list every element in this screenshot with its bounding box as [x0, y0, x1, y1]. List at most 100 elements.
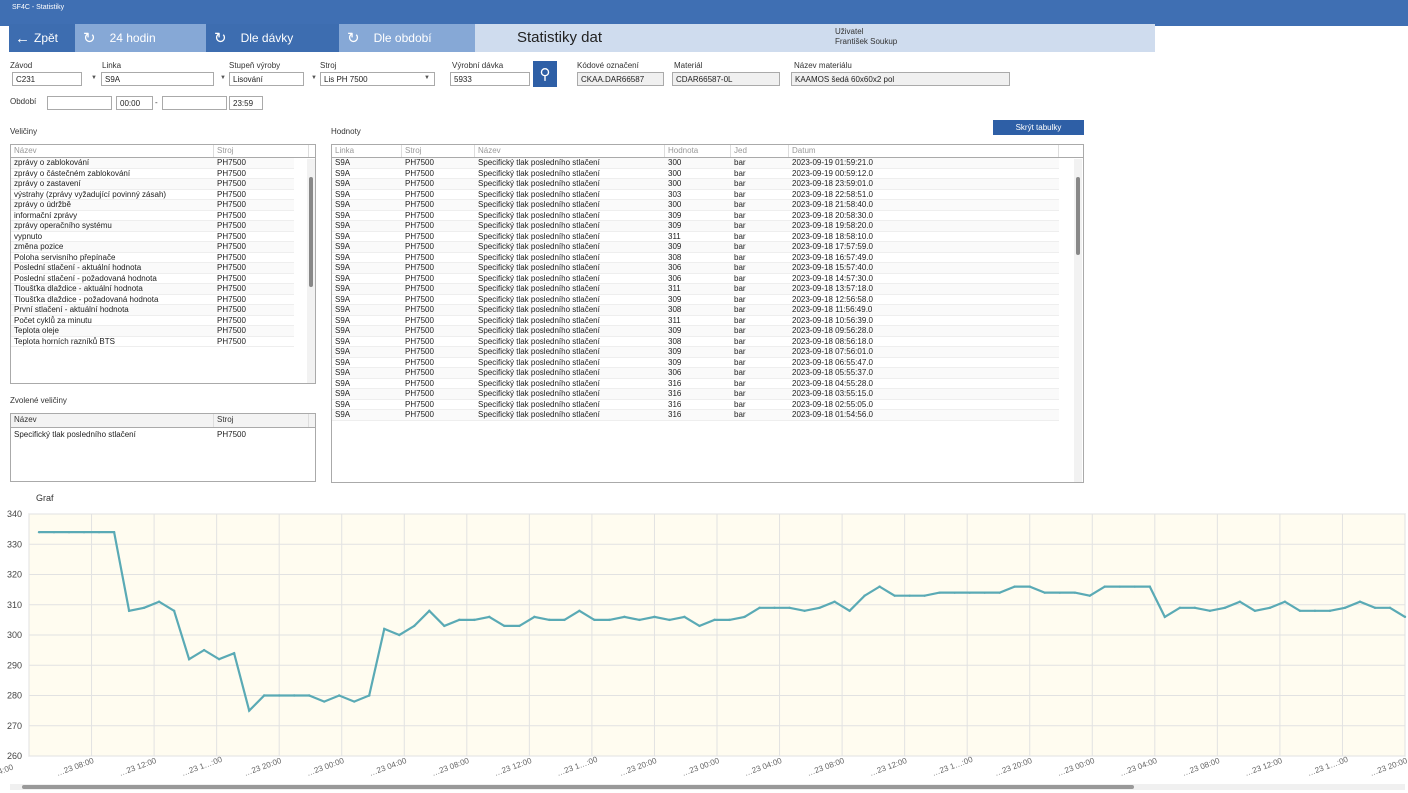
table-row[interactable]: výstrahy (zprávy vyžadující povinný zása… — [11, 190, 294, 200]
table-row[interactable]: S9A PH7500 Specifický tlak posledního stla… — [332, 400, 1059, 410]
last-24-hours-button[interactable]: ↻ 24 hodin — [75, 24, 206, 52]
stage-select[interactable]: Lisování — [229, 72, 304, 86]
chart-scroll-thumb[interactable] — [22, 785, 1134, 789]
values-cell: Specifický tlak posledního stlačení — [478, 158, 600, 167]
x-tick-label: …23 00:00 — [681, 756, 721, 778]
table-row[interactable]: S9A PH7500 Specifický tlak posledního stla… — [332, 253, 1059, 263]
values-cell: PH7500 — [405, 378, 434, 388]
quantity-machine: PH7500 — [217, 284, 246, 293]
table-row[interactable]: Počet cyklů za minutu PH7500 — [11, 316, 294, 326]
values-column-header[interactable]: Hodnota — [665, 145, 731, 157]
back-button[interactable]: ← Zpět — [9, 24, 75, 52]
data-point — [953, 591, 956, 594]
table-row[interactable]: S9A PH7500 Specifický tlak posledního stla… — [332, 169, 1059, 179]
table-row[interactable]: S9A PH7500 Specifický tlak posledního stla… — [332, 263, 1059, 274]
table-row[interactable]: Teplota oleje PH7500 — [11, 326, 294, 337]
by-period-button[interactable]: ↻ Dle období — [339, 24, 475, 52]
table-row[interactable]: Poslední stlačení - požadovaná hodnota PH… — [11, 274, 294, 284]
table-row[interactable]: S9A PH7500 Specifický tlak posledního stla… — [332, 305, 1059, 316]
table-row[interactable]: S9A PH7500 Specifický tlak posledního stla… — [332, 179, 1059, 190]
table-row[interactable]: zprávy operačního systému PH7500 — [11, 221, 294, 232]
batch-input[interactable]: 5933 — [450, 72, 530, 86]
quantity-machine: PH7500 — [217, 210, 246, 220]
table-row[interactable]: vypnuto PH7500 — [11, 232, 294, 242]
table-row[interactable]: změna pozice PH7500 — [11, 242, 294, 253]
values-cell: Specifický tlak posledního stlačení — [478, 315, 600, 325]
values-cell: bar — [734, 294, 746, 304]
values-column-header[interactable]: Linka — [332, 145, 402, 157]
values-scrollbar[interactable] — [1074, 159, 1082, 482]
table-row[interactable]: První stlačení - aktuální hodnota PH7500 — [11, 305, 294, 316]
quantities-scrollbar[interactable] — [307, 159, 315, 383]
by-batch-button[interactable]: ↻ Dle dávky — [206, 24, 339, 52]
table-row[interactable]: S9A PH7500 Specifický tlak posledního stla… — [332, 190, 1059, 200]
table-row[interactable]: Poslední stlačení - aktuální hodnota PH75… — [11, 263, 294, 274]
machine-select[interactable]: Lis PH 7500 — [320, 72, 435, 86]
table-row[interactable]: zprávy o částečném zablokování PH7500 — [11, 169, 294, 179]
values-rows: S9A PH7500 Specifický tlak posledního stla… — [332, 158, 1059, 421]
chart-horizontal-scrollbar[interactable] — [10, 784, 1405, 790]
data-point — [172, 609, 176, 612]
quantities-scroll-thumb[interactable] — [309, 177, 313, 287]
values-column-header[interactable]: Název — [475, 145, 665, 157]
table-row[interactable]: S9A PH7500 Specifický tlak posledního stla… — [332, 221, 1059, 232]
table-row[interactable]: S9A PH7500 Specifický tlak posledního stla… — [332, 326, 1059, 337]
table-row[interactable]: zprávy o údržbě PH7500 — [11, 200, 294, 211]
table-row[interactable]: S9A PH7500 Specifický tlak posledního stla… — [332, 211, 1059, 221]
table-row[interactable]: S9A PH7500 Specifický tlak posledního stla… — [332, 200, 1059, 211]
quantities-column-name[interactable]: Název — [11, 145, 214, 157]
period-time-to[interactable]: 23:59 — [229, 96, 263, 110]
quantity-name: zprávy o zablokování — [14, 158, 90, 167]
table-row[interactable]: S9A PH7500 Specifický tlak posledního stla… — [332, 294, 1059, 305]
search-button[interactable]: ⚲ — [533, 61, 557, 87]
chevron-down-icon: ▼ — [220, 75, 226, 81]
table-row[interactable]: S9A PH7500 Specifický tlak posledního stla… — [332, 378, 1059, 389]
data-point — [668, 618, 671, 622]
table-row[interactable]: Tloušťka dlaždice - požadovaná hodnota PH… — [11, 295, 294, 305]
table-row[interactable]: S9A PH7500 Specifický tlak posledního stla… — [332, 336, 1059, 347]
values-cell: 2023-09-18 04:55:28.0 — [792, 378, 873, 388]
quantity-name: zprávy operačního systému — [14, 221, 112, 230]
values-column-header[interactable]: Datum — [789, 145, 1059, 157]
table-row[interactable]: informační zprávy PH7500 — [11, 210, 294, 221]
values-column-header[interactable]: Jed — [731, 145, 789, 157]
values-cell: Specifický tlak posledního stlačení — [478, 263, 600, 272]
period-time-from[interactable]: 00:00 — [116, 96, 153, 110]
values-cell: Specifický tlak posledního stlačení — [478, 273, 600, 283]
table-row[interactable]: S9A PH7500 Specifický tlak posledního stla… — [332, 389, 1059, 400]
selected-column-name[interactable]: Název — [11, 414, 214, 427]
table-row[interactable]: zprávy o zablokování PH7500 — [11, 158, 294, 169]
table-row[interactable]: Tloušťka dlaždice - aktuální hodnota PH75… — [11, 284, 294, 295]
hide-tables-button[interactable]: Skrýt tabulky — [993, 120, 1084, 135]
table-row[interactable]: S9A PH7500 Specifický tlak posledního stla… — [332, 315, 1059, 326]
table-row[interactable]: Poloha servisního přepínače PH7500 — [11, 253, 294, 263]
chart-title: Graf — [36, 493, 54, 503]
values-cell: 2023-09-18 19:58:20.0 — [792, 221, 873, 230]
x-tick-label: …23 20:00 — [1369, 756, 1408, 778]
line-select[interactable]: S9A — [101, 72, 214, 86]
table-row[interactable]: S9A PH7500 Specifický tlak posledního stla… — [332, 410, 1059, 421]
period-date-to[interactable] — [162, 96, 227, 110]
period-date-from[interactable] — [47, 96, 112, 110]
table-row[interactable]: S9A PH7500 Specifický tlak posledního stla… — [332, 242, 1059, 253]
quantities-column-machine[interactable]: Stroj — [214, 145, 309, 157]
values-column-header[interactable]: Stroj — [402, 145, 475, 157]
table-row[interactable]: Teplota horních razníků BTS PH7500 — [11, 337, 294, 347]
table-row[interactable]: S9A PH7500 Specifický tlak posledního stla… — [332, 347, 1059, 358]
data-point — [473, 618, 476, 622]
code-field: CKAA.DAR66587 — [577, 72, 664, 86]
table-row[interactable]: S9A PH7500 Specifický tlak posledního stla… — [332, 284, 1059, 295]
plant-select[interactable]: C231 — [12, 72, 82, 86]
table-row[interactable]: S9A PH7500 Specifický tlak posledního stla… — [332, 273, 1059, 284]
selected-column-machine[interactable]: Stroj — [214, 414, 309, 427]
data-point — [1328, 609, 1332, 612]
table-row[interactable]: Specifický tlak posledního stlačení PH750… — [11, 430, 294, 441]
table-row[interactable]: S9A PH7500 Specifický tlak posledního stla… — [332, 158, 1059, 169]
table-row[interactable]: S9A PH7500 Specifický tlak posledního stla… — [332, 232, 1059, 242]
values-scroll-thumb[interactable] — [1076, 177, 1080, 255]
table-row[interactable]: zprávy o zastavení PH7500 — [11, 179, 294, 190]
app-title: SF4C - Statistiky — [12, 4, 65, 11]
values-cell: bar — [734, 336, 746, 346]
table-row[interactable]: S9A PH7500 Specifický tlak posledního stla… — [332, 368, 1059, 379]
table-row[interactable]: S9A PH7500 Specifický tlak posledního stla… — [332, 358, 1059, 368]
